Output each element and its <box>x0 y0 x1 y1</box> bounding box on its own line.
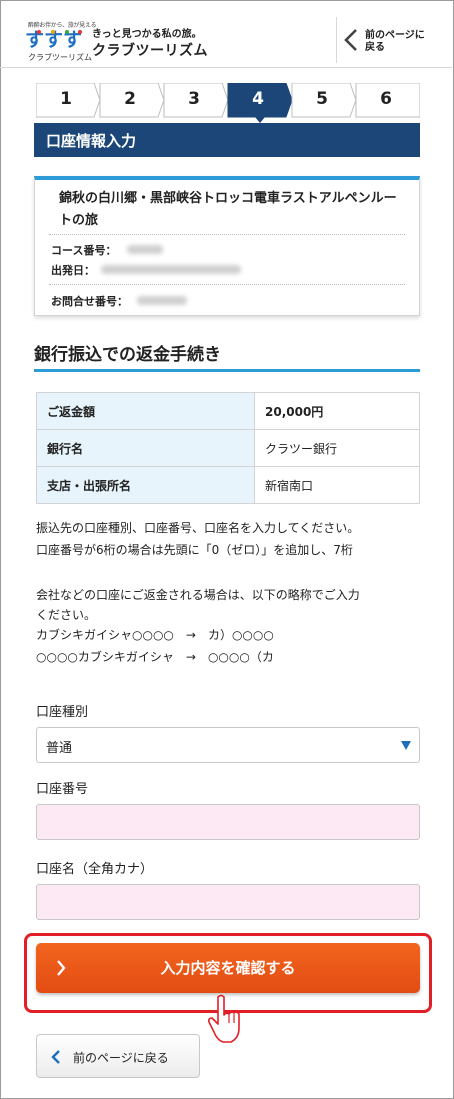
corporate-note-line: ください。 <box>36 608 97 622</box>
inquiry-number-label: お問合せ番号： <box>51 295 128 308</box>
step-number: 2 <box>124 89 136 109</box>
divider <box>49 284 405 285</box>
header-back-button[interactable]: 前のページに 戻る <box>336 17 436 63</box>
tour-name: 錦秋の白川郷・黒部峡谷トロッコ電車ラストアルペンルートの旅 <box>59 191 397 228</box>
step-indicator: 1 2 3 4 5 6 <box>36 83 420 123</box>
confirm-button[interactable]: 入力内容を確認する <box>36 943 420 993</box>
table-header-cell: ご返金額 <box>36 392 255 430</box>
site-header: 酔酔お伴から、旅が見える すすすす クラブツーリズム きっと見つかる私の旅。 ク… <box>0 0 452 68</box>
table-header-cell: 支店・出張所名 <box>36 466 255 504</box>
instruction-line: 振込先の口座種別、口座番号、口座名を入力してください。 <box>36 521 360 535</box>
step-number: 6 <box>380 89 392 109</box>
tour-info-card: 錦秋の白川郷・黒部峡谷トロッコ電車ラストアルペンルートの旅 コース番号： 出発日… <box>34 176 420 316</box>
course-number-redacted <box>127 245 163 254</box>
logo-subtitle: クラブツーリズム <box>28 53 92 62</box>
departure-date-redacted <box>101 265 241 274</box>
step-number: 5 <box>316 89 328 109</box>
step-number: 3 <box>188 89 200 109</box>
chevron-left-icon <box>344 29 357 51</box>
pointing-hand-icon <box>208 994 240 1043</box>
account-name-label: 口座名（全角カナ） <box>36 862 154 877</box>
corporate-note-example: ○○○○カブシキガイシャ → ○○○○（カ <box>36 650 274 664</box>
table-header-cell: 銀行名 <box>36 429 255 467</box>
refund-info-table: ご返金額 20,000円 銀行名 クラツー銀行 支店・出張所名 新宿南口 <box>36 392 420 504</box>
account-type-select[interactable]: 普通 <box>36 727 420 763</box>
corporate-note-line: 会社などの口座にご返金される場合は、以下の略称でご入力 <box>36 588 360 602</box>
inquiry-number-redacted <box>137 296 187 305</box>
back-button-label: 前のページに戻る <box>73 1051 169 1065</box>
brand-logo-icon[interactable]: すすすす <box>25 28 83 50</box>
table-value-cell: 新宿南口 <box>254 466 420 504</box>
corporate-note-example: カブシキガイシャ○○○○ → カ）○○○○ <box>36 628 274 642</box>
step-shapes <box>36 83 420 123</box>
departure-date-label: 出発日： <box>51 264 95 277</box>
table-value-cell: 20,000円 <box>254 392 420 430</box>
table-row: 銀行名 クラツー銀行 <box>36 429 420 467</box>
header-back-line1: 前のページに <box>365 30 425 41</box>
caret-down-icon <box>401 741 411 750</box>
brand-name: クラブツーリズム <box>92 43 208 59</box>
back-button[interactable]: 前のページに戻る <box>36 1034 200 1078</box>
divider <box>49 234 405 235</box>
account-number-input[interactable] <box>36 804 420 840</box>
course-number-label: コース番号： <box>51 244 117 257</box>
table-row: 支店・出張所名 新宿南口 <box>36 466 420 504</box>
step-number: 4 <box>252 89 264 109</box>
account-number-label: 口座番号 <box>36 782 89 797</box>
chevron-left-icon <box>51 1050 60 1064</box>
instruction-line: 口座番号が6桁の場合は先頭に「0（ゼロ）」を追加し、7桁 <box>36 543 353 557</box>
step-number: 1 <box>60 89 72 109</box>
table-value-cell: クラツー銀行 <box>254 429 420 467</box>
account-name-input[interactable] <box>36 884 420 920</box>
confirm-button-label: 入力内容を確認する <box>160 959 296 977</box>
section-bar-title: 口座情報入力 <box>34 123 420 157</box>
table-row: ご返金額 20,000円 <box>36 392 420 430</box>
chevron-right-icon <box>57 960 66 976</box>
account-type-value: 普通 <box>46 741 73 756</box>
catchphrase: きっと見つかる私の旅。 <box>92 29 202 40</box>
header-back-line2: 戻る <box>365 42 385 53</box>
refund-section-title: 銀行振込での返金手続き <box>34 340 420 372</box>
account-type-label: 口座種別 <box>36 705 89 720</box>
